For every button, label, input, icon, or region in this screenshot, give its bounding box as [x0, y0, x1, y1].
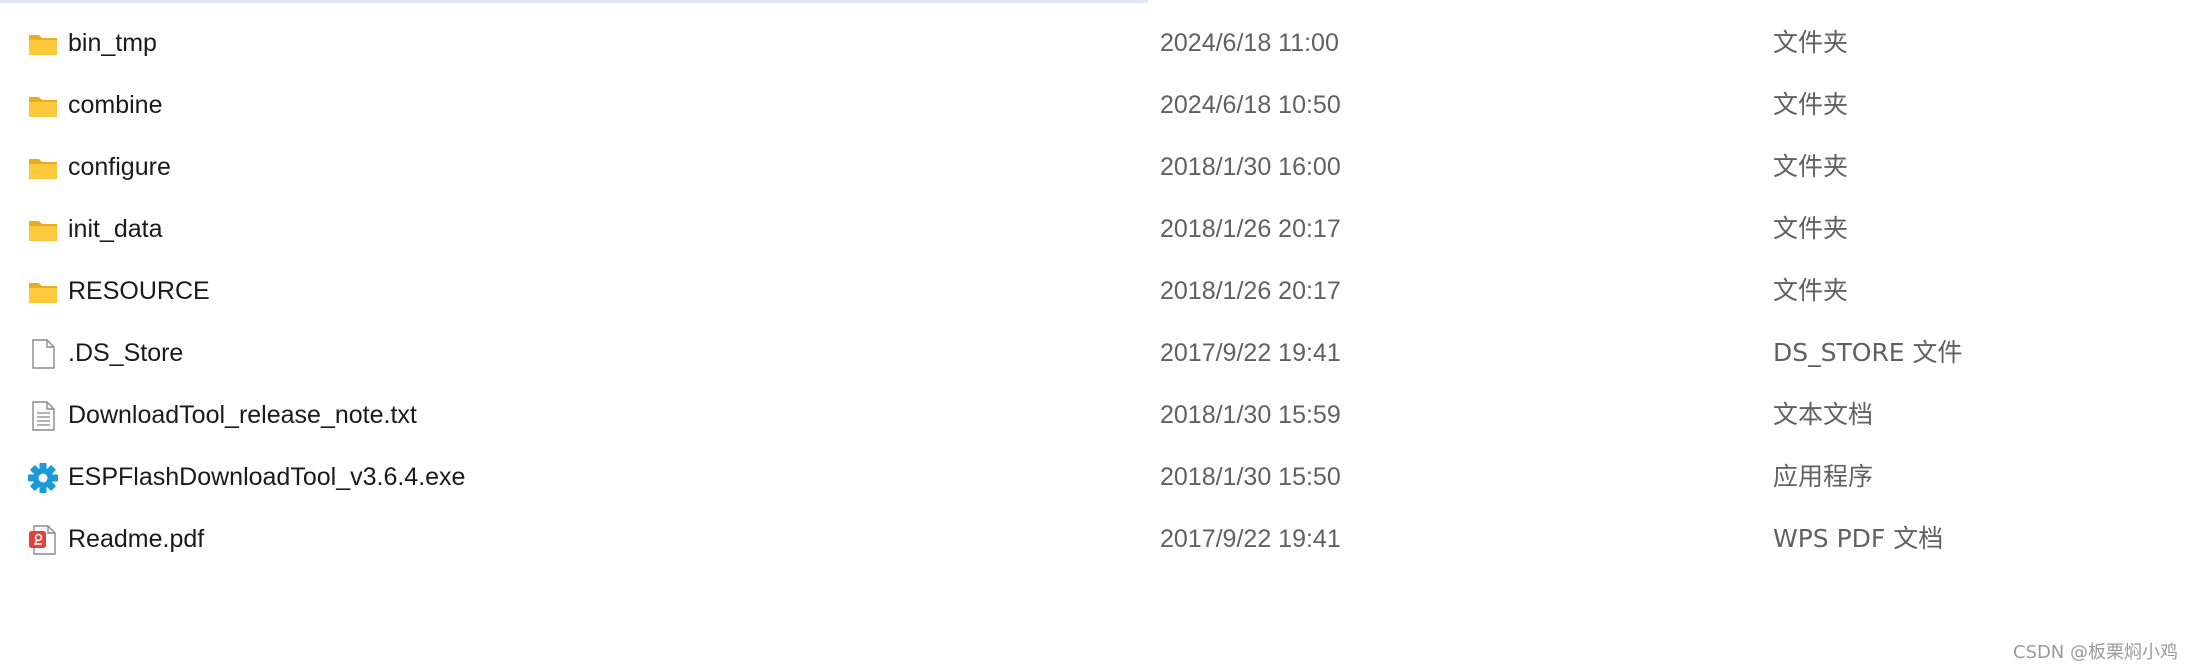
file-date: 2018/1/30 16:00 — [1160, 153, 1341, 181]
file-name: init_data — [68, 215, 163, 243]
file-row-ds-store[interactable]: .DS_Store 2017/9/22 19:41 DS_STORE 文件 — [0, 322, 2193, 384]
file-type: 文本文档 — [1773, 400, 1874, 429]
file-date: 2018/1/30 15:59 — [1160, 401, 1341, 429]
file-name: configure — [68, 153, 171, 181]
file-date: 2024/6/18 11:00 — [1160, 29, 1339, 57]
folder-icon — [27, 28, 59, 60]
header-divider — [0, 0, 1148, 3]
file-name: combine — [68, 91, 163, 119]
file-row-combine[interactable]: combine 2024/6/18 10:50 文件夹 — [0, 74, 2193, 136]
file-date: 2018/1/26 20:17 — [1160, 215, 1341, 243]
file-type: 文件夹 — [1773, 90, 1849, 119]
file-row-release-note[interactable]: DownloadTool_release_note.txt 2018/1/30 … — [0, 384, 2193, 446]
csdn-watermark: CSDN @板栗焖小鸡 — [2012, 642, 2178, 663]
folder-icon — [27, 276, 59, 308]
file-name: RESOURCE — [68, 277, 210, 305]
pdf-file-icon — [27, 524, 59, 556]
file-row-esp-flash-tool[interactable]: ESPFlashDownloadTool_v3.6.4.exe 2018/1/3… — [0, 446, 2193, 508]
file-date: 2018/1/30 15:50 — [1160, 463, 1341, 491]
file-row-configure[interactable]: configure 2018/1/30 16:00 文件夹 — [0, 136, 2193, 198]
file-type: 应用程序 — [1773, 462, 1874, 491]
folder-icon — [27, 90, 59, 122]
file-row-init-data[interactable]: init_data 2018/1/26 20:17 文件夹 — [0, 198, 2193, 260]
folder-icon — [27, 214, 59, 246]
blank-file-icon — [27, 338, 59, 370]
file-date: 2018/1/26 20:17 — [1160, 277, 1341, 305]
file-date: 2017/9/22 19:41 — [1160, 525, 1341, 553]
file-date: 2024/6/18 10:50 — [1160, 91, 1341, 119]
folder-icon — [27, 152, 59, 184]
text-file-icon — [27, 400, 59, 432]
file-name: DownloadTool_release_note.txt — [68, 401, 417, 429]
gear-icon — [27, 462, 59, 494]
file-name: bin_tmp — [68, 29, 157, 57]
file-type: DS_STORE 文件 — [1773, 338, 1963, 367]
file-row-resource[interactable]: RESOURCE 2018/1/26 20:17 文件夹 — [0, 260, 2193, 322]
file-name: ESPFlashDownloadTool_v3.6.4.exe — [68, 463, 466, 491]
file-name: Readme.pdf — [68, 525, 205, 553]
file-type: 文件夹 — [1773, 276, 1849, 305]
file-name: .DS_Store — [68, 339, 184, 367]
file-row-readme-pdf[interactable]: Readme.pdf 2017/9/22 19:41 WPS PDF 文档 — [0, 508, 2193, 570]
file-type: 文件夹 — [1773, 152, 1849, 181]
file-row-bin-tmp[interactable]: bin_tmp 2024/6/18 11:00 文件夹 — [0, 12, 2193, 74]
file-type: WPS PDF 文档 — [1773, 524, 1944, 553]
file-type: 文件夹 — [1773, 28, 1849, 57]
file-date: 2017/9/22 19:41 — [1160, 339, 1341, 367]
file-type: 文件夹 — [1773, 214, 1849, 243]
file-explorer-view: bin_tmp 2024/6/18 11:00 文件夹 combine 2024… — [0, 0, 2193, 671]
